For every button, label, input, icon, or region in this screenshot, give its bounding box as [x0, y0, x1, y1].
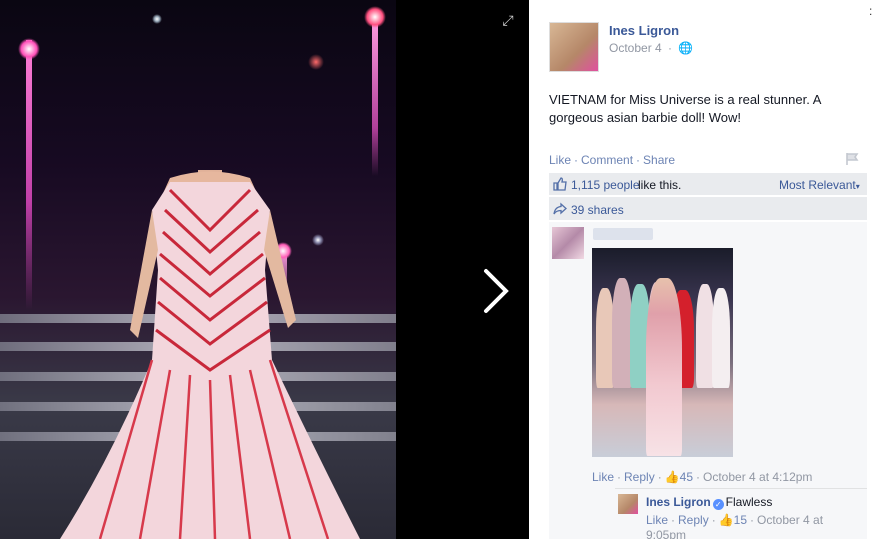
separator: · — [617, 470, 622, 484]
main-photo[interactable] — [0, 0, 396, 539]
shares-count[interactable]: 39 shares — [571, 203, 624, 217]
gown-figure — [60, 170, 360, 539]
reply-actions: Like · Reply · 👍15 · October 4 at 9:05pm — [646, 513, 846, 539]
comment-button[interactable]: Comment — [581, 153, 633, 167]
reply-like-button[interactable]: Like — [646, 513, 668, 527]
comment-like-count[interactable]: 45 — [680, 470, 693, 484]
more-options-icon[interactable]: : — [869, 4, 872, 18]
chevron-down-icon: ▾ — [855, 182, 860, 191]
stage-light-beam — [372, 16, 378, 176]
separator: · — [668, 41, 673, 55]
author-avatar[interactable] — [549, 22, 599, 72]
reply-body: Ines Ligron ✓ Flawless — [646, 495, 772, 510]
sort-dropdown[interactable]: Most Relevant▾ — [779, 178, 860, 192]
stage-light — [364, 6, 386, 28]
post-meta: October 4 · 🌐 — [609, 41, 693, 55]
commenter-name-blurred[interactable] — [593, 228, 653, 240]
separator: · — [574, 153, 579, 167]
stage-light — [308, 54, 324, 70]
globe-icon: 🌐 — [678, 41, 694, 55]
sort-label: Most Relevant — [779, 178, 856, 192]
share-button[interactable]: Share — [643, 153, 675, 167]
author-name[interactable]: Ines Ligron — [609, 23, 679, 38]
flag-icon[interactable] — [845, 152, 859, 166]
comment-time[interactable]: October 4 at 4:12pm — [703, 470, 812, 484]
verified-badge-icon: ✓ — [712, 499, 724, 510]
post-panel: Ines Ligron October 4 · 🌐 : VIETNAM for … — [529, 0, 873, 539]
photo-viewer: ⤢ — [0, 0, 529, 539]
likes-suffix: like this. — [638, 178, 682, 192]
like-button[interactable]: Like — [549, 153, 571, 167]
contestant-figure — [612, 278, 632, 388]
stage-light — [18, 38, 40, 60]
thumbs-up-icon: 👍 — [664, 470, 680, 484]
stage-light — [152, 14, 162, 24]
likes-count[interactable]: 1,115 people — [571, 178, 640, 192]
comment-like-button[interactable]: Like — [592, 470, 614, 484]
separator: · — [636, 153, 641, 167]
separator: · — [671, 513, 676, 527]
next-arrow-icon[interactable] — [476, 266, 516, 316]
reply-divider — [615, 488, 867, 489]
thumbs-up-icon: 👍 — [718, 513, 734, 527]
comment-photo[interactable] — [592, 248, 733, 457]
reply-avatar[interactable] — [618, 494, 638, 514]
comment-actions: Like · Reply · 👍45 · October 4 at 4:12pm — [592, 470, 812, 484]
winner-figure — [646, 278, 682, 456]
comments-list: Like · Reply · 👍45 · October 4 at 4:12pm Ines … — [549, 222, 867, 539]
separator: · — [711, 513, 716, 527]
post-actions: Like · Comment · Share — [549, 153, 675, 167]
post-date[interactable]: October 4 — [609, 41, 662, 55]
commenter-avatar[interactable] — [552, 227, 584, 259]
reply-reply-button[interactable]: Reply — [678, 513, 709, 527]
stage-light-beam — [26, 40, 32, 310]
reply-like-count[interactable]: 15 — [734, 513, 747, 527]
likes-summary: 1,115 people like this. Most Relevant▾ — [549, 173, 867, 196]
separator: · — [657, 470, 662, 484]
separator: · — [696, 470, 701, 484]
contestant-figure — [712, 288, 730, 388]
reply-author[interactable]: Ines Ligron — [646, 495, 711, 509]
share-icon — [553, 202, 567, 215]
reply-text: Flawless — [725, 495, 773, 509]
thumbs-up-icon — [553, 177, 567, 191]
expand-icon[interactable]: ⤢ — [500, 12, 516, 28]
post-text: VIETNAM for Miss Universe is a real stun… — [549, 92, 821, 125]
comment-reply-button[interactable]: Reply — [624, 470, 655, 484]
separator: · — [750, 513, 755, 527]
shares-summary: 39 shares — [549, 197, 867, 221]
